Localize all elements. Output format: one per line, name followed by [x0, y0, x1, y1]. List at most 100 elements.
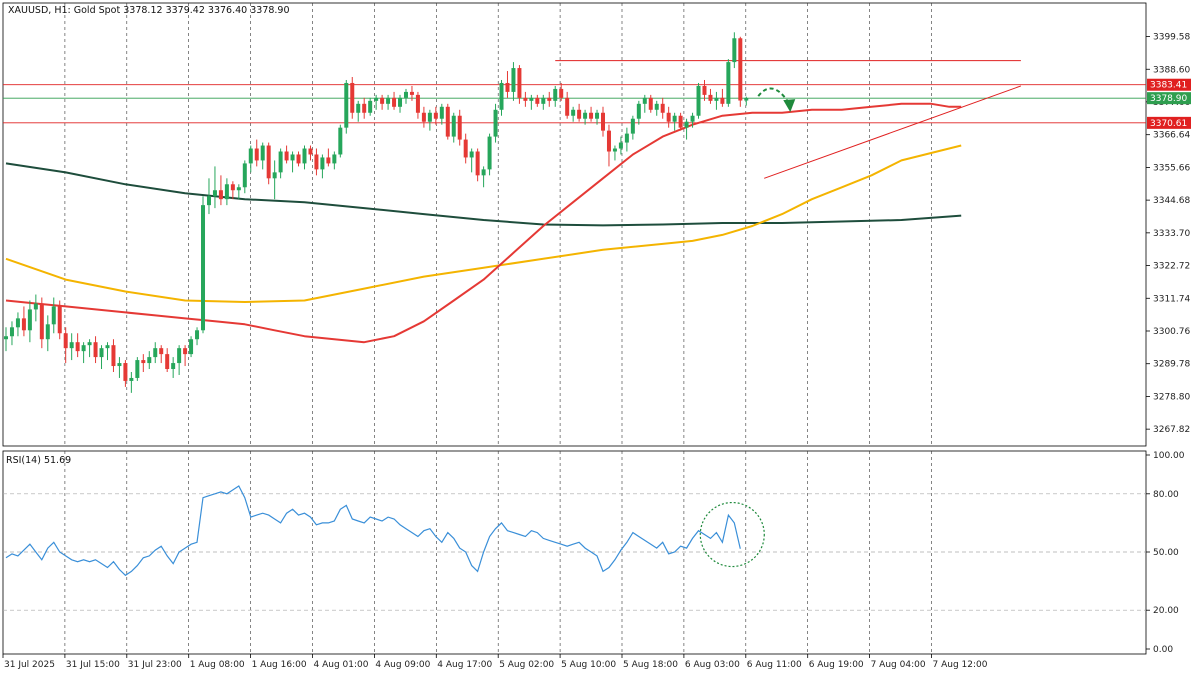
- time-label: 6 Aug 11:00: [747, 660, 802, 670]
- candle-body: [565, 97, 570, 116]
- time-label: 4 Aug 17:00: [437, 660, 492, 670]
- time-label: 7 Aug 04:00: [871, 660, 926, 670]
- candle-body: [302, 148, 307, 164]
- candle-body: [702, 85, 707, 95]
- moving-averages: [5, 102, 962, 344]
- candle-body: [654, 103, 659, 110]
- level-label-support: 3370.61: [1150, 119, 1187, 129]
- candle-body: [21, 318, 26, 331]
- candle-body: [344, 82, 349, 128]
- time-label: 1 Aug 16:00: [252, 660, 307, 670]
- time-label: 5 Aug 10:00: [561, 660, 616, 670]
- candle-body: [362, 103, 367, 113]
- candle-body: [553, 88, 558, 101]
- candle-body: [9, 327, 14, 337]
- candle-body: [266, 145, 271, 179]
- price-tick-label: 3333.70: [1153, 229, 1190, 239]
- candle-body: [206, 196, 211, 206]
- candle-body: [433, 112, 438, 119]
- symbol-header: XAUUSD, H1: Gold Spot 3378.12 3379.42 33…: [8, 5, 290, 16]
- time-label: 4 Aug 01:00: [314, 660, 369, 670]
- candle-body: [457, 115, 462, 140]
- candle-body: [451, 115, 456, 137]
- candle-body: [135, 360, 140, 378]
- candle-body: [51, 306, 56, 325]
- time-label: 31 Jul 2025: [4, 660, 55, 670]
- candle-body: [439, 106, 444, 119]
- candle-body: [224, 184, 229, 200]
- candle-body: [445, 106, 450, 137]
- candle-body: [218, 190, 223, 200]
- candle-body: [648, 97, 653, 110]
- candle-body: [642, 97, 647, 104]
- candle-body: [75, 342, 80, 352]
- candle-body: [726, 62, 731, 104]
- candle-body: [320, 157, 325, 170]
- rsi-tick-label: 0.00: [1153, 645, 1173, 655]
- candle-body: [236, 187, 241, 191]
- candle-body: [177, 348, 182, 364]
- rsi-highlight-circle: [699, 501, 765, 568]
- grid: [64, 3, 932, 654]
- candle-body: [386, 97, 391, 104]
- level-label-resistance: 3383.41: [1150, 81, 1187, 91]
- rsi-tick-label: 50.00: [1153, 548, 1179, 558]
- candle-body: [183, 348, 188, 355]
- time-label: 5 Aug 02:00: [499, 660, 554, 670]
- candle-body: [630, 118, 635, 134]
- candle-body: [618, 142, 623, 149]
- axes: 31 Jul 2025 31 Jul 15:00 31 Jul 23:00 1 Aug…: [2, 33, 1191, 670]
- candle-body: [212, 190, 217, 197]
- candle-body: [559, 88, 564, 98]
- candle-body: [27, 309, 32, 331]
- candle-body: [481, 169, 486, 176]
- candle-body: [427, 112, 432, 122]
- candle-body: [111, 345, 116, 367]
- candle-body: [129, 377, 134, 381]
- candle-body: [487, 136, 492, 170]
- price-tick-label: 3399.58: [1153, 33, 1190, 43]
- candle-body: [583, 112, 588, 119]
- time-label: 6 Aug 19:00: [809, 660, 864, 670]
- candle-body: [69, 342, 74, 349]
- candle-body: [368, 100, 373, 113]
- candle-body: [624, 133, 629, 143]
- candle-body: [201, 205, 206, 331]
- candle-body: [195, 330, 200, 340]
- candle-body: [511, 68, 516, 92]
- candle-body: [81, 345, 86, 352]
- candle-body: [248, 148, 253, 164]
- candle-body: [189, 339, 194, 355]
- time-label: 1 Aug 08:00: [190, 660, 245, 670]
- time-label: 6 Aug 03:00: [685, 660, 740, 670]
- price-tick-label: 3366.64: [1153, 131, 1190, 141]
- price-tick-label: 3300.76: [1153, 327, 1190, 337]
- candle-body: [493, 109, 498, 137]
- candle-body: [278, 151, 283, 173]
- candle-body: [141, 360, 146, 364]
- candle-body: [505, 82, 510, 92]
- candle-body: [612, 148, 617, 152]
- candle-body: [326, 157, 331, 164]
- price-tick-label: 3355.66: [1153, 163, 1190, 173]
- candle-body: [541, 97, 546, 104]
- candle-body: [159, 348, 164, 355]
- rsi-pane-frame: [2, 450, 1147, 655]
- price-tick-label: 3322.72: [1153, 262, 1190, 272]
- candle-body: [696, 85, 701, 116]
- candle-body: [242, 163, 247, 188]
- candle-body: [499, 82, 504, 110]
- candle-body: [332, 154, 337, 164]
- price-tick-label: 3289.78: [1153, 360, 1190, 370]
- candle-body: [99, 348, 104, 358]
- candle-body: [398, 97, 403, 107]
- candle-body: [380, 97, 385, 104]
- candle-body: [529, 97, 534, 101]
- projection-arrow: [757, 87, 790, 103]
- candle-body: [606, 130, 611, 152]
- candle-body: [117, 363, 122, 367]
- candle-body: [517, 68, 522, 98]
- candle-body: [660, 103, 665, 113]
- candle-body: [744, 98, 749, 101]
- candle-body: [296, 154, 301, 164]
